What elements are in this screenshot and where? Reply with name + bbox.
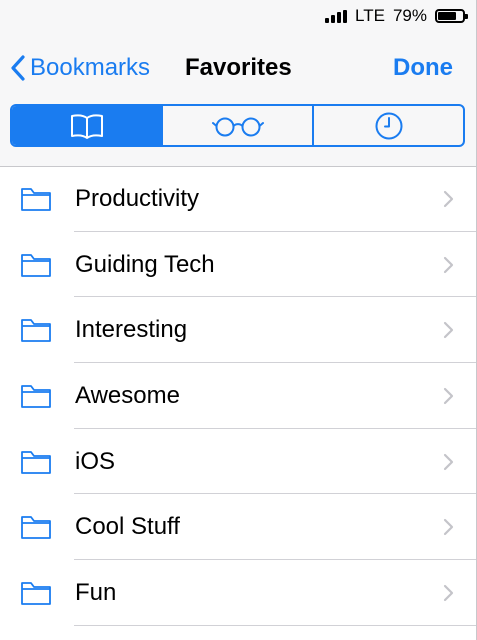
chevron-right-icon (443, 190, 454, 207)
back-button[interactable]: Bookmarks (10, 50, 150, 86)
list-item[interactable]: Guiding Tech (0, 232, 477, 298)
cellular-signal-icon (325, 9, 348, 23)
bookmarks-segmented-control (10, 104, 465, 147)
chevron-left-icon (11, 55, 25, 81)
folder-icon (21, 582, 51, 605)
chevron-right-icon (443, 322, 454, 339)
folder-icon (21, 187, 51, 211)
folder-label: Awesome (75, 381, 180, 409)
favorites-folder-list: Productivity Guiding Tech Interesting Aw… (0, 166, 477, 626)
list-item[interactable]: iOS (0, 429, 477, 495)
tab-history[interactable] (312, 106, 463, 145)
chevron-right-icon (443, 256, 454, 273)
list-item[interactable]: Awesome (0, 363, 477, 429)
safari-favorites-screen: LTE 79% Bookmarks Favorites Done Product… (0, 0, 477, 640)
header-area: LTE 79% Bookmarks Favorites Done (0, 0, 477, 167)
chevron-right-icon (443, 387, 454, 405)
network-type: LTE (355, 6, 385, 25)
clock-icon (375, 112, 402, 139)
battery-percent: 79% (392, 6, 427, 25)
folder-icon (21, 516, 51, 540)
book-icon (70, 113, 103, 139)
back-button-label: Bookmarks (30, 54, 151, 81)
tab-bookmarks[interactable] (12, 106, 161, 145)
chevron-right-icon (443, 453, 454, 470)
list-item[interactable]: Cool Stuff (0, 494, 477, 560)
done-button[interactable]: Done (393, 50, 453, 86)
folder-label: Cool Stuff (75, 513, 180, 541)
folder-label: Guiding Tech (75, 250, 215, 278)
list-item[interactable]: Productivity (0, 166, 477, 232)
list-item[interactable]: Fun (0, 560, 477, 626)
folder-label: Interesting (75, 316, 188, 344)
chevron-right-icon (443, 519, 454, 536)
tab-reading-list[interactable] (161, 106, 312, 145)
folder-icon (21, 253, 51, 277)
status-bar: LTE 79% (325, 4, 468, 28)
battery-icon (435, 9, 468, 23)
folder-icon (21, 319, 51, 343)
reading-glasses-icon (211, 117, 264, 136)
folder-label: Productivity (75, 184, 200, 212)
folder-icon (21, 385, 51, 408)
page-title: Favorites (185, 54, 292, 81)
folder-icon (21, 450, 51, 474)
chevron-right-icon (443, 584, 454, 602)
folder-label: iOS (75, 447, 116, 475)
list-item[interactable]: Interesting (0, 297, 477, 363)
folder-label: Fun (75, 578, 117, 606)
battery-level-fill (438, 12, 457, 20)
